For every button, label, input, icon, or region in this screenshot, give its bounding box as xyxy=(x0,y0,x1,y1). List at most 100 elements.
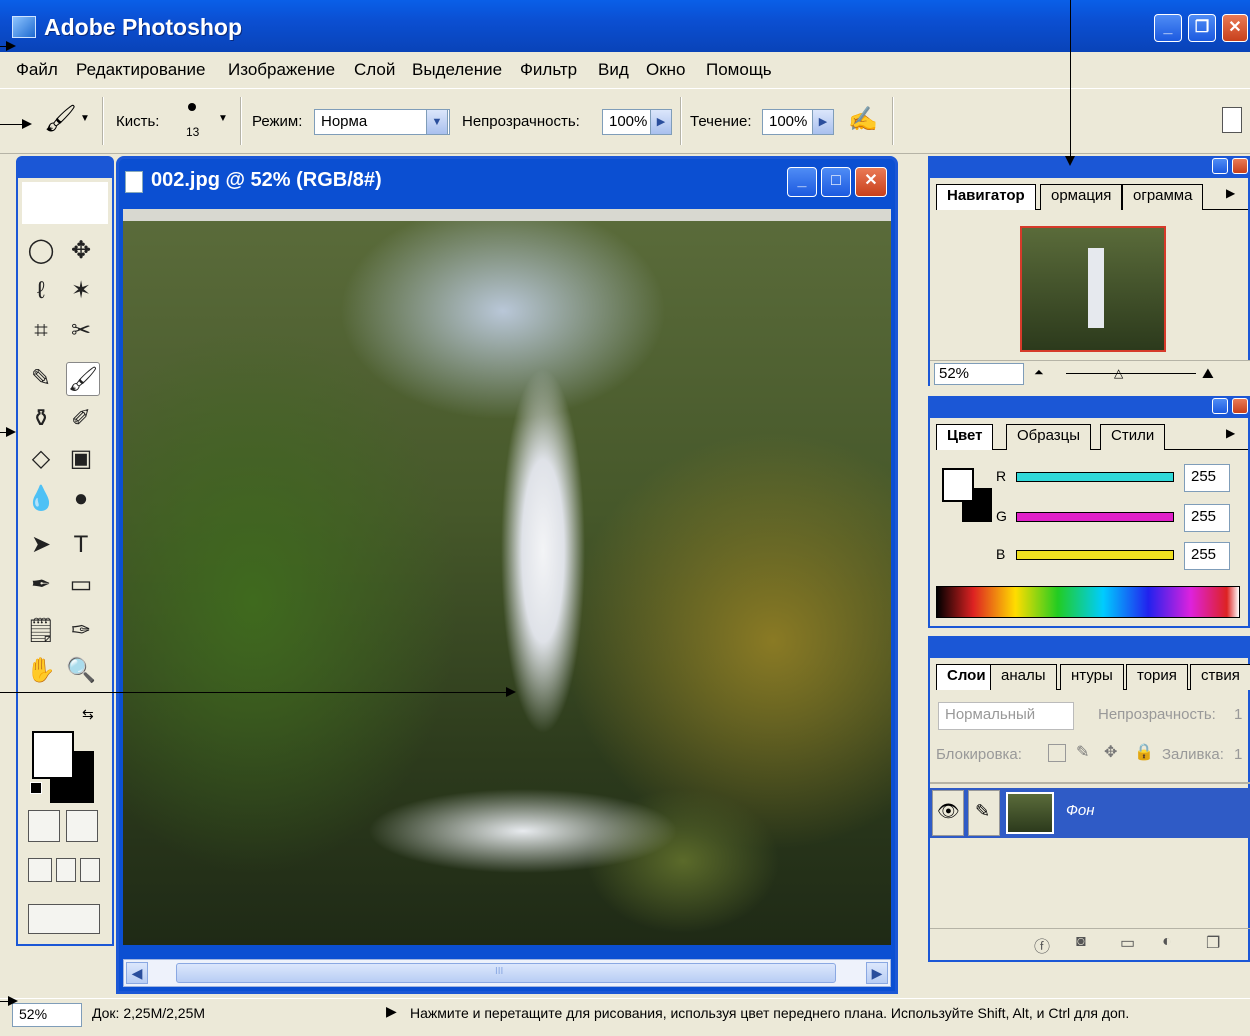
lock-all-icon[interactable]: 🔒 xyxy=(1134,742,1154,762)
menu-view[interactable]: Вид xyxy=(598,60,629,80)
color-spectrum-ramp[interactable] xyxy=(936,586,1240,618)
tab-navigator[interactable]: Навигатор xyxy=(936,184,1036,210)
channel-b-slider[interactable] xyxy=(1016,550,1174,560)
screen-mode-full-menu-icon[interactable] xyxy=(56,858,76,882)
zoom-in-icon[interactable]: ⛰ xyxy=(1202,365,1214,382)
brush-tool-active-icon[interactable]: 🖌 xyxy=(66,362,100,396)
navigator-thumbnail[interactable] xyxy=(1020,226,1166,352)
airbrush-icon[interactable]: ✍ xyxy=(848,105,878,134)
swap-colors-icon[interactable]: ⇆ xyxy=(82,706,94,723)
screen-mode-standard-icon[interactable] xyxy=(28,858,52,882)
channel-g-value[interactable]: 255 xyxy=(1184,504,1230,532)
brush-dropdown-icon[interactable]: ▼ xyxy=(218,113,228,124)
waterfall-photo[interactable] xyxy=(123,221,891,945)
palette-well-icon[interactable] xyxy=(1222,107,1242,133)
tab-channels[interactable]: аналы xyxy=(990,664,1057,690)
shape-tool-icon[interactable]: ▭ xyxy=(64,568,98,602)
panel-close-icon[interactable] xyxy=(1232,158,1248,174)
tab-styles[interactable]: Стили xyxy=(1100,424,1166,450)
slice-tool-icon[interactable]: ✂ xyxy=(64,314,98,348)
mode-dropdown-icon[interactable]: ▼ xyxy=(426,109,448,135)
default-colors-icon[interactable] xyxy=(30,782,42,794)
foreground-color-swatch[interactable] xyxy=(32,731,74,779)
minimize-button[interactable]: _ xyxy=(1154,14,1182,42)
lock-paint-icon[interactable]: ✎ xyxy=(1076,742,1089,762)
channel-r-slider[interactable] xyxy=(1016,472,1174,482)
brush-tool-icon[interactable]: 🖌 xyxy=(44,103,77,134)
lasso-tool-icon[interactable]: ℓ xyxy=(24,274,58,308)
menu-select[interactable]: Выделение xyxy=(412,60,502,80)
color-fg-swatch[interactable] xyxy=(942,468,974,502)
doc-minimize-button[interactable]: _ xyxy=(787,167,817,197)
channel-g-slider[interactable] xyxy=(1016,512,1174,522)
dodge-tool-icon[interactable]: ● xyxy=(64,482,98,516)
lock-position-icon[interactable]: ✥ xyxy=(1104,742,1117,762)
scroll-right-button[interactable]: ▶ xyxy=(866,962,888,984)
fill-value[interactable]: 1 xyxy=(1234,746,1242,763)
scroll-left-button[interactable]: ◀ xyxy=(126,962,148,984)
layer-mask-icon[interactable]: ◙ xyxy=(1076,933,1086,951)
layer-visibility-eye-icon[interactable]: 👁 xyxy=(932,790,964,836)
zoom-slider[interactable] xyxy=(1066,373,1196,374)
pen-tool-icon[interactable]: ✒ xyxy=(24,568,58,602)
tab-color[interactable]: Цвет xyxy=(936,424,994,450)
menu-help[interactable]: Помощь xyxy=(706,60,772,80)
panel-menu-icon[interactable]: ▶ xyxy=(1226,426,1235,440)
menu-file[interactable]: Файл xyxy=(16,60,58,80)
panel-menu-icon[interactable]: ▶ xyxy=(1226,186,1235,200)
tab-info[interactable]: ормация xyxy=(1040,184,1123,210)
menu-window[interactable]: Окно xyxy=(646,60,686,80)
screen-mode-full-icon[interactable] xyxy=(80,858,100,882)
quick-mask-icon[interactable] xyxy=(66,810,98,842)
crop-tool-icon[interactable]: ⌗ xyxy=(24,314,58,348)
blend-mode-select[interactable]: Нормальный xyxy=(938,702,1074,730)
new-group-icon[interactable]: ▭ xyxy=(1120,933,1135,953)
tab-paths[interactable]: нтуры xyxy=(1060,664,1124,690)
menu-image[interactable]: Изображение xyxy=(228,60,335,80)
brush-dot-icon[interactable] xyxy=(188,103,196,111)
close-button[interactable]: ✕ xyxy=(1222,14,1248,42)
menu-layer[interactable]: Слой xyxy=(354,60,395,80)
doc-maximize-button[interactable]: □ xyxy=(821,167,851,197)
layer-style-icon[interactable]: ⓕ xyxy=(1034,933,1050,957)
gradient-icon[interactable]: ▣ xyxy=(64,442,98,476)
eraser-icon[interactable]: ◇ xyxy=(24,442,58,476)
channel-b-value[interactable]: 255 xyxy=(1184,542,1230,570)
panel-minimize-icon[interactable] xyxy=(1212,158,1228,174)
tab-histogram[interactable]: ограмма xyxy=(1122,184,1204,210)
layer-row-background[interactable]: 👁 ✎ Фон xyxy=(930,788,1250,838)
menu-filter[interactable]: Фильтр xyxy=(520,60,577,80)
zoom-tool-icon[interactable]: 🔍 xyxy=(64,654,98,688)
panel-minimize-icon[interactable] xyxy=(1212,398,1228,414)
panel-close-icon[interactable] xyxy=(1232,398,1248,414)
menu-edit[interactable]: Редактирование xyxy=(76,60,206,80)
notes-tool-icon[interactable]: 🗒 xyxy=(24,614,58,648)
marquee-tool-icon[interactable]: ◯ xyxy=(24,234,58,268)
path-select-icon[interactable]: ➤ xyxy=(24,528,58,562)
opacity-arrow-icon[interactable]: ▶ xyxy=(650,109,672,135)
magic-wand-icon[interactable]: ✶ xyxy=(64,274,98,308)
tab-history[interactable]: тория xyxy=(1126,664,1188,690)
channel-r-value[interactable]: 255 xyxy=(1184,464,1230,492)
eyedropper-icon[interactable]: ✑ xyxy=(64,614,98,648)
zoom-slider-handle-icon[interactable]: △ xyxy=(1114,366,1123,380)
standard-mode-icon[interactable] xyxy=(28,810,60,842)
maximize-button[interactable]: ❐ xyxy=(1188,14,1216,42)
history-brush-icon[interactable]: ✐ xyxy=(64,402,98,436)
tab-layers[interactable]: Слои xyxy=(936,664,997,690)
layer-name[interactable]: Фон xyxy=(1066,802,1095,819)
layers-opacity-value[interactable]: 1 xyxy=(1234,706,1242,723)
status-menu-arrow-icon[interactable]: ▶ xyxy=(386,1003,397,1020)
adjustment-layer-icon[interactable]: ◐ xyxy=(1162,933,1172,951)
clone-stamp-icon[interactable]: ⚱ xyxy=(24,402,58,436)
jump-to-imageready-icon[interactable] xyxy=(28,904,100,934)
tab-actions[interactable]: ствия xyxy=(1190,664,1250,690)
doc-close-button[interactable]: ✕ xyxy=(855,167,887,197)
layer-brush-icon[interactable]: ✎ xyxy=(968,790,1000,836)
tab-swatches[interactable]: Образцы xyxy=(1006,424,1092,450)
status-zoom-field[interactable]: 52% xyxy=(12,1003,82,1027)
type-tool-icon[interactable]: T xyxy=(64,528,98,562)
scroll-thumb[interactable]: III xyxy=(176,963,836,983)
horizontal-scrollbar[interactable]: ◀ III ▶ xyxy=(123,959,891,987)
layer-thumbnail[interactable] xyxy=(1006,792,1054,834)
